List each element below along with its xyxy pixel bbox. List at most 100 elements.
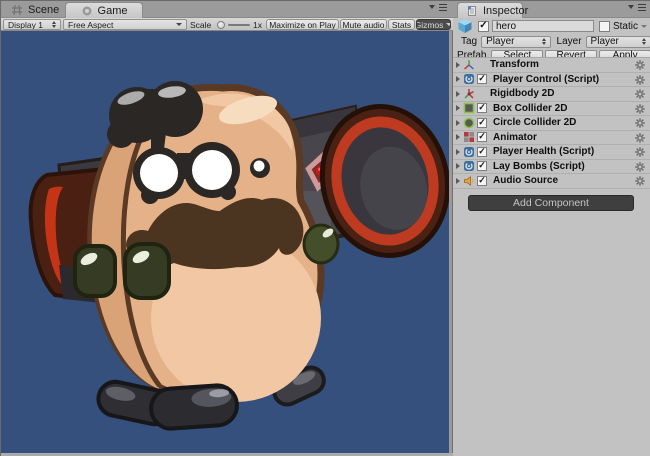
inspector-tabbar: Inspector <box>453 1 650 18</box>
gear-icon[interactable] <box>634 74 646 86</box>
game-panel-tabbar: Scene Game <box>1 1 453 18</box>
tab-inspector[interactable]: Inspector <box>457 2 523 18</box>
layer-dropdown[interactable]: Player <box>586 36 650 48</box>
gear-icon[interactable] <box>634 117 646 129</box>
tab-scene-label: Scene <box>28 4 59 16</box>
unity-editor-window: Scene Game Display 1 Free Aspect Scale <box>0 0 650 456</box>
hero-character-sprite <box>1 31 449 453</box>
foldout-arrow-icon[interactable] <box>456 134 460 140</box>
component-row[interactable]: Animator <box>453 131 650 146</box>
component-row[interactable]: Lay Bombs (Script) <box>453 160 650 175</box>
component-enabled-checkbox[interactable] <box>477 132 487 142</box>
game-viewport[interactable] <box>1 31 449 453</box>
updown-arrows-icon <box>52 21 56 28</box>
box-collider2d-icon <box>463 102 475 114</box>
component-label: Rigidbody 2D <box>490 88 554 99</box>
gameobject-active-checkbox[interactable] <box>478 21 489 32</box>
scene-grid-icon <box>11 4 23 16</box>
game-panel-menu[interactable] <box>429 5 447 9</box>
component-list: Transform Player Control (Script) Rigidbod… <box>453 57 650 189</box>
stats-button[interactable]: Stats <box>388 19 415 30</box>
component-enabled-checkbox[interactable] <box>477 103 487 113</box>
script-icon <box>463 160 475 172</box>
gear-icon[interactable] <box>634 175 646 187</box>
component-enabled-checkbox[interactable] <box>477 74 487 84</box>
panel-dropdown-icon[interactable] <box>628 5 634 9</box>
layer-dropdown-value: Player <box>591 36 619 47</box>
tab-scene[interactable]: Scene <box>3 2 67 18</box>
display-dropdown[interactable]: Display 1 <box>3 19 61 30</box>
scale-slider-track[interactable] <box>228 24 250 26</box>
animator-icon <box>463 131 475 143</box>
script-icon <box>463 73 475 85</box>
component-label: Audio Source <box>493 175 558 186</box>
component-enabled-checkbox[interactable] <box>477 161 487 171</box>
panel-menu-icon[interactable] <box>638 7 646 9</box>
component-enabled-checkbox[interactable] <box>477 147 487 157</box>
gear-icon[interactable] <box>634 146 646 158</box>
static-checkbox[interactable] <box>599 21 610 32</box>
component-row[interactable]: Player Health (Script) <box>453 145 650 160</box>
component-enabled-checkbox[interactable] <box>477 176 487 186</box>
foldout-arrow-icon[interactable] <box>456 178 460 184</box>
component-label: Player Health (Script) <box>493 146 594 157</box>
scale-slider-thumb[interactable] <box>217 21 225 29</box>
maximize-on-play-button[interactable]: Maximize on Play <box>266 19 339 30</box>
transform-icon <box>463 59 475 71</box>
circle-collider2d-icon <box>463 117 475 129</box>
gizmos-button[interactable]: Gizmos <box>416 19 451 30</box>
gear-icon[interactable] <box>634 59 646 71</box>
component-label: Animator <box>493 132 537 143</box>
audio-source-icon <box>463 175 475 187</box>
panel-dropdown-icon[interactable] <box>429 5 435 9</box>
component-row[interactable]: Audio Source <box>453 174 650 189</box>
gameobject-name-field[interactable]: hero <box>492 20 594 32</box>
foldout-arrow-icon[interactable] <box>456 149 460 155</box>
panel-menu-icon[interactable] <box>439 7 447 9</box>
script-icon <box>463 146 475 158</box>
foldout-arrow-icon[interactable] <box>456 120 460 126</box>
tag-label: Tag <box>461 36 477 47</box>
component-label: Circle Collider 2D <box>493 117 576 128</box>
gear-icon[interactable] <box>634 132 646 144</box>
gear-icon[interactable] <box>634 103 646 115</box>
inspector-panel-menu[interactable] <box>628 5 646 9</box>
foldout-arrow-icon[interactable] <box>456 76 460 82</box>
scale-label: Scale <box>190 19 211 30</box>
rigidbody2d-icon <box>463 88 475 100</box>
component-label: Lay Bombs (Script) <box>493 161 585 172</box>
tab-game[interactable]: Game <box>65 2 143 18</box>
static-dropdown-arrow-icon[interactable] <box>641 25 647 28</box>
foldout-arrow-icon[interactable] <box>456 91 460 97</box>
display-dropdown-label: Display 1 <box>8 20 43 30</box>
updown-arrows-icon <box>542 38 546 45</box>
component-row[interactable]: Circle Collider 2D <box>453 116 650 131</box>
component-row[interactable]: Box Collider 2D <box>453 102 650 117</box>
foldout-arrow-icon[interactable] <box>456 62 460 68</box>
scale-value: 1x <box>253 19 262 30</box>
component-enabled-checkbox[interactable] <box>477 118 487 128</box>
inspector-tab-icon <box>466 5 478 17</box>
tag-dropdown[interactable]: Player <box>481 36 550 48</box>
hero-hand-right <box>304 225 338 263</box>
component-label: Transform <box>490 59 539 70</box>
aspect-dropdown[interactable]: Free Aspect <box>63 19 187 30</box>
gear-icon[interactable] <box>634 88 646 100</box>
mute-audio-button[interactable]: Mute audio <box>340 19 387 30</box>
layer-label: Layer <box>557 36 582 47</box>
component-row[interactable]: Transform <box>453 58 650 73</box>
updown-arrows-icon <box>642 38 646 45</box>
component-row[interactable]: Rigidbody 2D <box>453 87 650 102</box>
tag-dropdown-value: Player <box>486 36 514 47</box>
foldout-arrow-icon[interactable] <box>456 105 460 111</box>
game-panel: Scene Game Display 1 Free Aspect Scale <box>1 1 453 456</box>
component-label: Player Control (Script) <box>493 74 599 85</box>
aspect-dropdown-label: Free Aspect <box>68 20 113 30</box>
game-toolbar: Display 1 Free Aspect Scale 1x Maximize … <box>1 18 453 31</box>
foldout-arrow-icon[interactable] <box>456 163 460 169</box>
component-row[interactable]: Player Control (Script) <box>453 73 650 88</box>
gear-icon[interactable] <box>634 161 646 173</box>
add-component-button[interactable]: Add Component <box>468 195 634 211</box>
gizmos-button-label: Gizmos <box>416 20 443 30</box>
component-label: Box Collider 2D <box>493 103 567 114</box>
